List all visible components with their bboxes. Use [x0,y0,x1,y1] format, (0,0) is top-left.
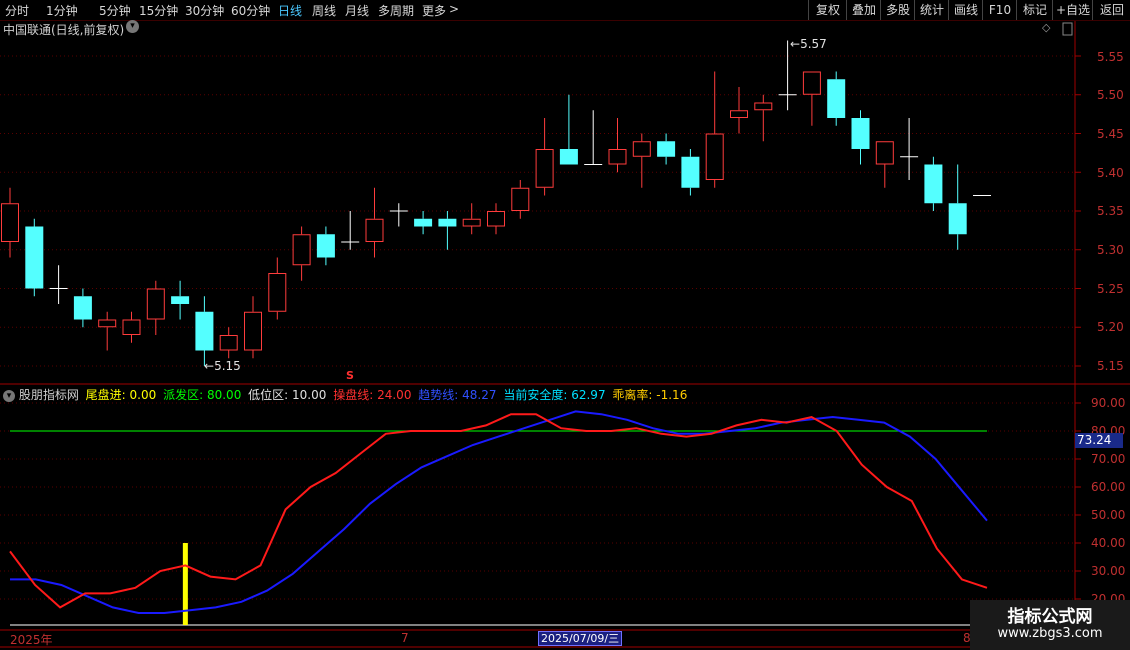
trend-line [10,410,988,614]
price-tick: 5.20 [1097,320,1124,334]
candle-body-down [827,79,846,118]
indicator-name[interactable]: 股朋指标网 [19,388,79,402]
chart-canvas[interactable] [0,0,1130,650]
signal-bar [182,543,188,625]
stock-title: 中国联通(日线,前复权) [3,23,125,37]
candle-body-down [657,141,676,157]
candle-body-up [730,110,748,118]
candle-body-down [681,156,700,188]
high-price-label: ←5.57 [790,37,827,51]
candle-body-up [146,288,165,320]
scroll-handle[interactable] [1062,22,1073,36]
candle-body-down [25,226,44,289]
candle-body-down [851,118,870,149]
candle-body-up [608,149,627,165]
candle-body-up [705,133,724,180]
indicator-tick: 70.00 [1091,452,1126,466]
indicator-item-qushi: 趋势线: 48.27 [418,388,497,402]
candle-body-up [122,319,141,335]
candle-body-down [73,296,92,320]
candle-body-up [632,141,651,157]
price-tick: 5.55 [1097,50,1124,64]
price-tick: 5.15 [1097,359,1124,373]
signal-marker: S [346,369,354,382]
candle-body-up [244,311,262,351]
chevron-down-icon[interactable]: ▾ [126,20,139,33]
indicator-tick: 30.00 [1091,564,1126,578]
candlestick-series [1,40,991,366]
indicator-item-guaili: 乖离率: -1.16 [612,388,688,402]
indicator-item-caopan: 操盘线: 24.00 [333,388,412,402]
indicator-lines [9,410,988,626]
indicator-item-diwei: 低位区: 10.00 [248,388,327,402]
candle-body-up [487,211,505,227]
high-price-value: 5.57 [800,37,827,51]
diamond-icon[interactable]: ◇ [1042,21,1050,34]
indicator-item-weipan: 尾盘进: 0.00 [85,388,157,402]
candle-body-down [948,203,967,235]
price-tick: 5.50 [1097,88,1124,102]
candle-body-up [535,149,554,188]
price-tick: 5.25 [1097,282,1124,296]
candle-body-up [219,335,238,351]
indicator-tick: 60.00 [1091,480,1126,494]
candle-body-up [875,141,894,165]
indicator-header: ▾ 股朋指标网 尾盘进: 0.00 派发区: 80.00 低位区: 10.00 … [3,386,687,403]
indicator-item-paifa: 派发区: 80.00 [163,388,242,402]
candle-body-down [559,149,578,165]
current-value-badge: 73.24 [1075,433,1123,448]
price-tick: 5.35 [1097,204,1124,218]
candle-body-down [195,311,214,351]
candle-body-up [754,102,773,111]
price-tick: 5.30 [1097,243,1124,257]
date-cursor-label: 2025/07/09/三 [538,631,623,646]
low-price-label: ←5.15 [204,359,241,373]
candle-body-up [511,187,530,211]
watermark-title: 指标公式网 [1007,607,1093,627]
candle-body-down [316,234,335,258]
low-price-value: 5.15 [214,359,241,373]
candle-body-down [438,218,457,227]
candle-body-up [802,71,821,95]
price-tick: 5.45 [1097,127,1124,141]
indicator-tick: 50.00 [1091,508,1126,522]
indicator-item-anquan: 当前安全度: 62.97 [503,388,606,402]
price-tick: 5.40 [1097,166,1124,180]
candle-body-down [171,296,190,304]
watermark-url: www.zbgs3.com [997,626,1103,641]
candle-body-up [292,234,311,266]
candle-body-up [1,203,19,242]
indicator-tick: 90.00 [1091,396,1126,410]
chevron-down-icon[interactable]: ▾ [3,389,15,402]
date-label-year: 2025年 [10,633,53,647]
candle-body-up [98,319,117,328]
candle-body-up [365,218,384,242]
candle-body-up [268,273,287,312]
candle-body-down [414,218,433,227]
candle-body-up [462,218,481,227]
date-label-month-7: 7 [401,631,409,645]
site-watermark: 指标公式网 www.zbgs3.com [970,600,1130,650]
operation-line [9,413,988,609]
candle-body-down [924,164,943,204]
indicator-tick: 40.00 [1091,536,1126,550]
